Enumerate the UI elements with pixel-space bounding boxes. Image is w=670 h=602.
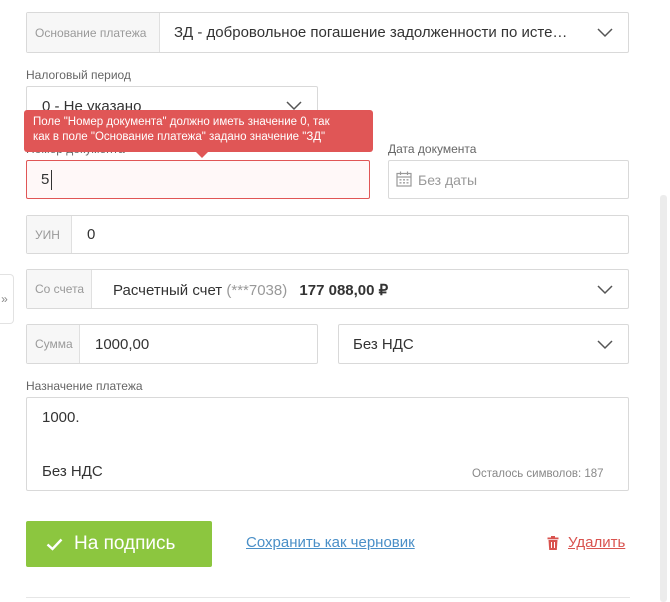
amount-prefix: Сумма: [27, 325, 80, 363]
doc-date-input[interactable]: Без даты: [388, 160, 629, 199]
payment-basis-value: ЗД - добровольное погашение задолженност…: [174, 24, 568, 41]
chevron-right-icon: »: [1, 292, 8, 306]
save-draft-link[interactable]: Сохранить как черновик: [246, 534, 415, 551]
account-select[interactable]: Со счета Расчетный счет (***7038) 177 08…: [26, 269, 629, 309]
sign-button-label: На подпись: [74, 533, 176, 554]
error-tooltip-line2: как в поле "Основание платежа" задано зн…: [33, 131, 326, 143]
account-value: Расчетный счет (***7038) 177 088,00 ₽: [113, 281, 388, 299]
vat-select[interactable]: Без НДС: [338, 324, 629, 364]
uin-input[interactable]: УИН 0: [26, 215, 629, 254]
purpose-line2: Без НДС: [42, 463, 103, 480]
side-panel-toggle[interactable]: »: [0, 274, 14, 324]
error-tooltip-line1: Поле "Номер документа" должно иметь знач…: [33, 116, 330, 128]
doc-number-value: 5: [41, 171, 50, 188]
checkmark-icon: [46, 538, 63, 551]
account-name: Расчетный счет: [113, 282, 223, 299]
text-cursor: [51, 170, 52, 190]
doc-date-placeholder: Без даты: [418, 172, 478, 188]
account-mask: (***7038): [226, 282, 288, 299]
chevron-down-icon: [597, 28, 613, 38]
amount-input[interactable]: Сумма 1000,00: [26, 324, 318, 364]
account-prefix: Со счета: [27, 270, 92, 308]
divider: [26, 597, 630, 598]
delete-link[interactable]: Удалить: [547, 534, 625, 551]
chevron-down-icon: [597, 340, 613, 350]
error-tooltip: Поле "Номер документа" должно иметь знач…: [24, 110, 373, 158]
tax-period-label: Налоговый период: [26, 68, 131, 82]
delete-link-label: Удалить: [568, 534, 626, 551]
amount-value: 1000,00: [95, 336, 150, 353]
doc-number-input[interactable]: 5: [26, 160, 370, 199]
uin-value: 0: [87, 226, 96, 243]
vat-value: Без НДС: [353, 336, 414, 353]
purpose-label: Назначение платежа: [26, 379, 143, 393]
uin-prefix: УИН: [27, 216, 72, 253]
purpose-line1: 1000.: [42, 409, 80, 426]
trash-icon: [547, 535, 559, 550]
purpose-char-counter: Осталось символов: 187: [472, 468, 604, 480]
chevron-down-icon: [597, 285, 613, 295]
purpose-textarea[interactable]: 1000. Без НДС Осталось символов: 187: [26, 397, 629, 491]
payment-basis-select[interactable]: Основание платежа ЗД - добровольное пога…: [26, 12, 629, 53]
payment-basis-prefix: Основание платежа: [27, 13, 160, 52]
doc-date-label: Дата документа: [388, 142, 477, 156]
sign-button[interactable]: На подпись: [26, 521, 212, 567]
account-balance: 177 088,00 ₽: [299, 282, 389, 299]
calendar-icon: [396, 171, 412, 187]
scrollbar[interactable]: [660, 195, 667, 602]
